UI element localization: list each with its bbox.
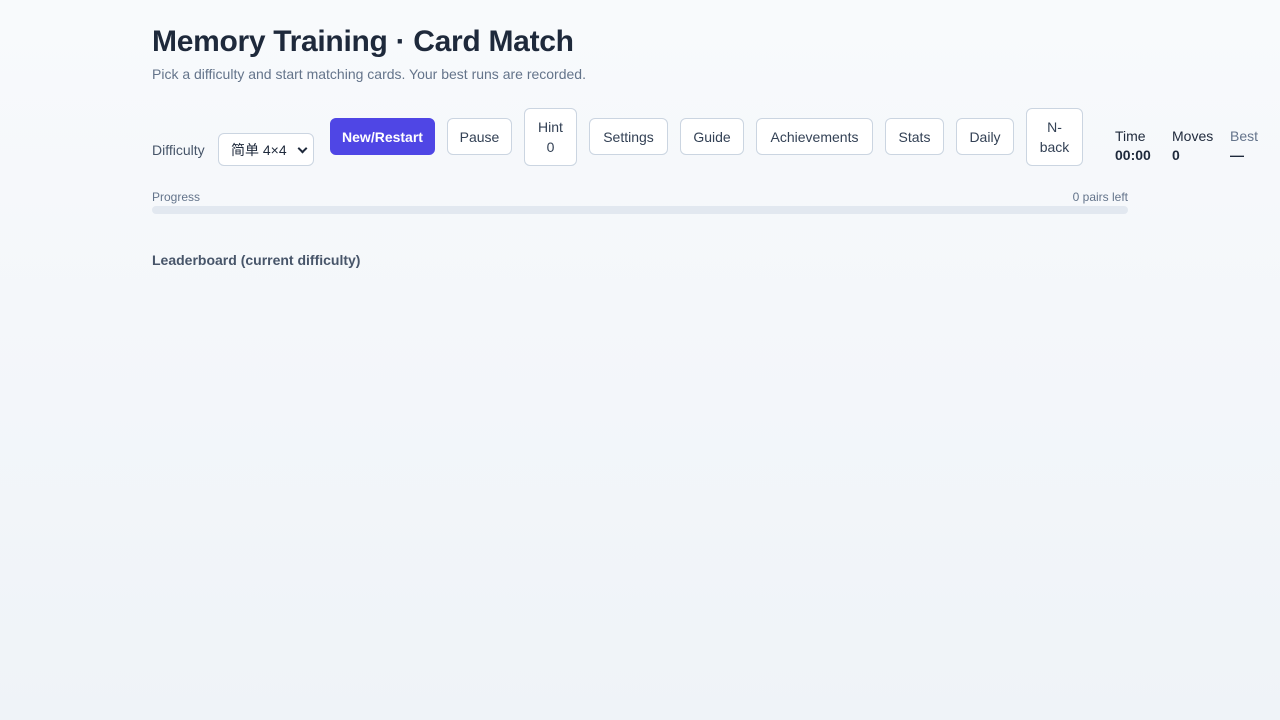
moves-value: 0 [1172, 147, 1180, 163]
nback-label-line2: back [1039, 139, 1070, 155]
hint-count: 0 [546, 139, 555, 155]
time-value: 00:00 [1115, 147, 1151, 163]
stats-button[interactable]: Stats [885, 118, 944, 155]
best-value: — [1230, 147, 1244, 163]
moves-label: Moves [1172, 128, 1214, 144]
time-stat: Time 00:00 [1115, 127, 1151, 165]
difficulty-label: Difficulty [152, 142, 205, 158]
best-stat: Best — [1230, 127, 1258, 165]
best-label: Best [1230, 128, 1259, 144]
progress-bar [152, 206, 1128, 214]
time-label: Time [1115, 128, 1146, 144]
hint-label: Hint [538, 119, 563, 135]
moves-stat: Moves 0 [1172, 127, 1213, 165]
page-title: Memory Training · Card Match [152, 25, 574, 58]
difficulty-value: 简单 4×4 [231, 141, 287, 158]
app-page: Memory Training · Card Match Pick a diff… [152, 0, 1280, 720]
pause-button[interactable]: Pause [447, 118, 512, 155]
toolbar: Difficulty 简单 4×4 New/Restart Pause Hint… [152, 108, 1280, 166]
daily-button[interactable]: Daily [956, 118, 1014, 155]
chevron-down-icon [297, 143, 308, 154]
difficulty-select[interactable]: 简单 4×4 [218, 133, 314, 166]
page-subtitle: Pick a difficulty and start matching car… [152, 66, 586, 82]
settings-button[interactable]: Settings [589, 118, 668, 155]
pairs-left-text: 0 pairs left [1072, 190, 1128, 204]
guide-button[interactable]: Guide [680, 118, 744, 155]
progress-label: Progress [152, 190, 201, 204]
hint-button[interactable]: Hint 0 [524, 108, 577, 166]
leaderboard-title: Leaderboard (current difficulty) [152, 252, 361, 268]
nback-button[interactable]: N- back [1026, 108, 1083, 166]
achievements-button[interactable]: Achievements [756, 118, 873, 155]
nback-label-line1: N- [1047, 119, 1062, 135]
new-restart-button[interactable]: New/Restart [330, 118, 435, 155]
